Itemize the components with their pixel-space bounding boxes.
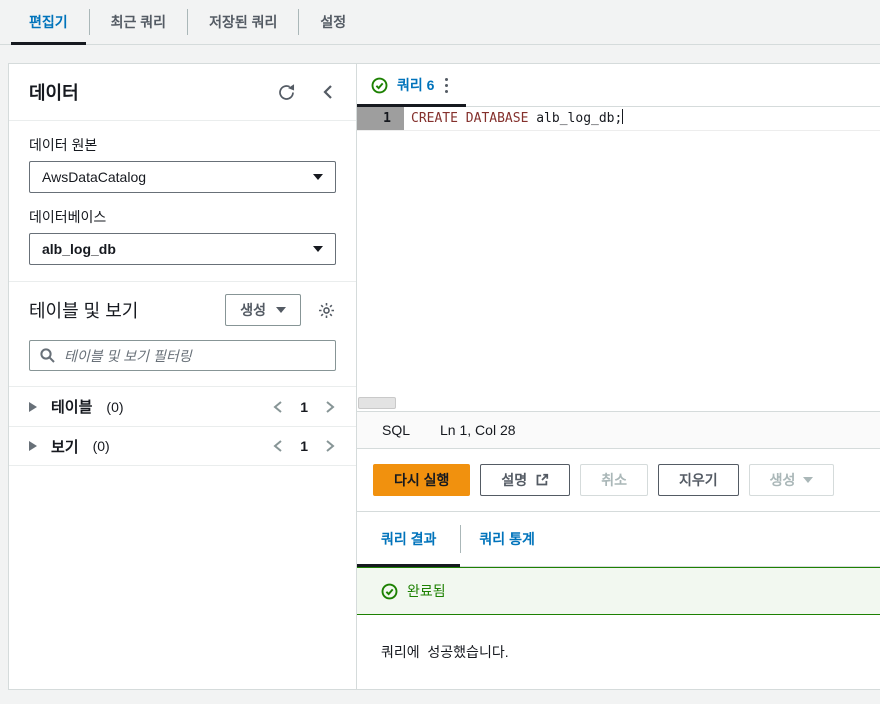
sql-code-editor[interactable]: 1 CREATE DATABASE alb_log_db; xyxy=(357,107,880,411)
tables-pagination: 1 xyxy=(272,399,336,415)
query-tab-label: 쿼리 6 xyxy=(397,75,434,95)
views-row[interactable]: 보기 (0) 1 xyxy=(9,426,356,466)
cursor-position: Ln 1, Col 28 xyxy=(440,422,516,438)
tables-row[interactable]: 테이블 (0) 1 xyxy=(9,386,356,426)
page-next-icon[interactable] xyxy=(324,400,336,414)
code-line-1: 1 CREATE DATABASE alb_log_db; xyxy=(357,107,880,131)
tab-query-stats[interactable]: 쿼리 통계 xyxy=(461,512,552,566)
success-check-icon xyxy=(381,583,398,600)
filter-search xyxy=(29,340,336,371)
tab-query-results-label: 쿼리 결과 xyxy=(381,529,436,549)
data-panel-body: 데이터 원본 AwsDataCatalog 데이터베이스 alb_log_db xyxy=(9,121,356,281)
tables-views-title: 테이블 및 보기 xyxy=(29,297,138,323)
page-prev-icon[interactable] xyxy=(272,439,284,453)
results-tab-bar: 쿼리 결과 쿼리 통계 xyxy=(357,511,880,567)
create-button[interactable]: 생성 xyxy=(225,294,301,326)
clear-button[interactable]: 지우기 xyxy=(658,464,739,496)
page-prev-icon[interactable] xyxy=(272,400,284,414)
tab-settings-label: 설정 xyxy=(320,12,346,32)
filter-search-input[interactable] xyxy=(29,340,336,371)
query-result-message: 쿼리에 성공했습니다. xyxy=(357,615,880,689)
data-source-label: 데이터 원본 xyxy=(29,135,336,155)
explain-label: 설명 xyxy=(501,470,527,490)
create-label: 생성 xyxy=(770,470,796,490)
data-panel-title: 데이터 xyxy=(29,79,79,105)
collapse-panel-icon[interactable] xyxy=(320,83,336,101)
search-icon xyxy=(39,347,56,369)
line-number: 1 xyxy=(357,107,404,130)
tables-views-header: 테이블 및 보기 생성 xyxy=(9,282,356,338)
database-select[interactable]: alb_log_db xyxy=(29,233,336,265)
views-pagination: 1 xyxy=(272,438,336,454)
horizontal-scrollbar[interactable] xyxy=(358,397,396,409)
views-page-number: 1 xyxy=(300,438,308,454)
cancel-button[interactable]: 취소 xyxy=(580,464,648,496)
query-tab[interactable]: 쿼리 6 xyxy=(357,64,466,106)
tab-editor[interactable]: 편집기 xyxy=(8,0,89,44)
tab-recent-queries-label: 최근 쿼리 xyxy=(111,12,166,32)
tables-row-count: (0) xyxy=(106,399,123,415)
data-source-value: AwsDataCatalog xyxy=(42,169,146,185)
expand-triangle-icon[interactable] xyxy=(29,441,37,451)
views-row-label: 보기 xyxy=(51,436,79,457)
run-again-button[interactable]: 다시 실행 xyxy=(373,464,470,496)
sql-keyword: CREATE DATABASE xyxy=(411,111,528,126)
create-dropdown-button[interactable]: 생성 xyxy=(749,464,835,496)
tab-saved-queries[interactable]: 저장된 쿼리 xyxy=(188,0,298,44)
tab-editor-label: 편집기 xyxy=(29,12,68,32)
chevron-down-icon xyxy=(313,246,323,252)
tab-recent-queries[interactable]: 최근 쿼리 xyxy=(90,0,187,44)
run-again-label: 다시 실행 xyxy=(394,470,449,490)
data-panel: 데이터 데이터 원본 AwsDataCatalog 데이터베이스 alb_log… xyxy=(9,64,357,689)
chevron-down-icon xyxy=(313,174,323,180)
clear-label: 지우기 xyxy=(679,470,718,490)
data-panel-header: 데이터 xyxy=(9,64,356,121)
tab-query-stats-label: 쿼리 통계 xyxy=(479,529,534,549)
action-buttons: 다시 실행 설명 취소 지우기 생성 xyxy=(357,449,880,511)
main-card: 데이터 데이터 원본 AwsDataCatalog 데이터베이스 alb_log… xyxy=(8,63,880,690)
query-editor-panel: 쿼리 6 1 CREATE DATABASE alb_log_db; SQL L… xyxy=(357,64,880,689)
query-tab-bar: 쿼리 6 xyxy=(357,64,880,107)
external-link-icon xyxy=(535,473,549,487)
refresh-icon[interactable] xyxy=(277,83,296,102)
expand-triangle-icon[interactable] xyxy=(29,402,37,412)
explain-button[interactable]: 설명 xyxy=(480,464,570,496)
tab-saved-queries-label: 저장된 쿼리 xyxy=(209,12,277,32)
success-banner: 완료됨 xyxy=(357,567,880,615)
tables-page-number: 1 xyxy=(300,399,308,415)
data-source-select[interactable]: AwsDataCatalog xyxy=(29,161,336,193)
create-button-label: 생성 xyxy=(240,300,266,320)
page-next-icon[interactable] xyxy=(324,439,336,453)
tables-row-label: 테이블 xyxy=(51,396,92,417)
tab-settings[interactable]: 설정 xyxy=(299,0,367,44)
chevron-down-icon xyxy=(276,307,286,313)
top-tab-bar: 편집기 최근 쿼리 저장된 쿼리 설정 xyxy=(0,0,880,45)
language-indicator: SQL xyxy=(382,422,410,438)
views-row-count: (0) xyxy=(93,438,110,454)
chevron-down-icon xyxy=(803,477,813,483)
cancel-label: 취소 xyxy=(601,470,627,490)
text-cursor xyxy=(622,109,623,124)
sql-identifier: alb_log_db; xyxy=(528,111,622,126)
database-label: 데이터베이스 xyxy=(29,207,336,227)
success-banner-text: 완료됨 xyxy=(407,581,446,601)
success-check-icon xyxy=(371,77,388,94)
code-text: CREATE DATABASE alb_log_db; xyxy=(404,107,623,130)
database-value: alb_log_db xyxy=(42,241,116,257)
tab-query-results[interactable]: 쿼리 결과 xyxy=(381,512,460,566)
settings-gear-icon[interactable] xyxy=(317,301,336,320)
editor-status-bar: SQL Ln 1, Col 28 xyxy=(357,411,880,449)
query-tab-menu-icon[interactable] xyxy=(443,74,450,97)
